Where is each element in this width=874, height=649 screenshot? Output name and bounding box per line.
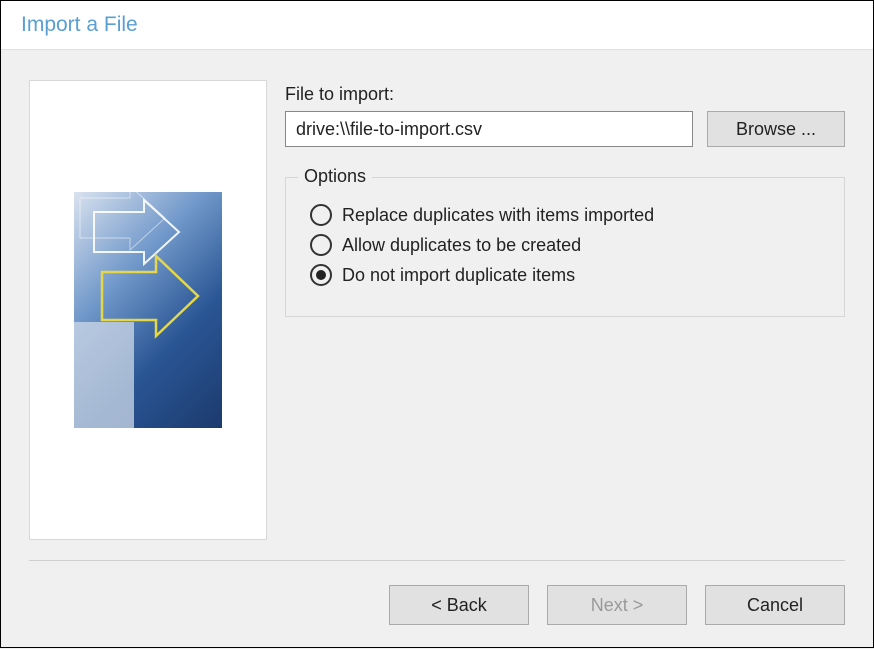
radio-replace-duplicates[interactable]: Replace duplicates with items imported bbox=[310, 204, 826, 226]
browse-button[interactable]: Browse ... bbox=[707, 111, 845, 147]
radio-label: Allow duplicates to be created bbox=[342, 235, 581, 256]
cancel-button[interactable]: Cancel bbox=[705, 585, 845, 625]
file-to-import-label: File to import: bbox=[285, 84, 845, 105]
form-panel: File to import: Browse ... Options Repla… bbox=[285, 80, 845, 540]
dialog-title: Import a File bbox=[1, 1, 873, 50]
file-input-row: Browse ... bbox=[285, 111, 845, 147]
options-group: Options Replace duplicates with items im… bbox=[285, 177, 845, 317]
wizard-illustration-panel bbox=[29, 80, 267, 540]
next-button[interactable]: Next > bbox=[547, 585, 687, 625]
radio-icon bbox=[310, 204, 332, 226]
back-button[interactable]: < Back bbox=[389, 585, 529, 625]
radio-label: Replace duplicates with items imported bbox=[342, 205, 654, 226]
dialog-content: File to import: Browse ... Options Repla… bbox=[1, 50, 873, 560]
radio-icon bbox=[310, 234, 332, 256]
radio-icon bbox=[310, 264, 332, 286]
wizard-arrow-illustration bbox=[74, 192, 222, 428]
radio-allow-duplicates[interactable]: Allow duplicates to be created bbox=[310, 234, 826, 256]
dialog-footer: < Back Next > Cancel bbox=[1, 561, 873, 649]
radio-label: Do not import duplicate items bbox=[342, 265, 575, 286]
file-path-input[interactable] bbox=[285, 111, 693, 147]
radio-do-not-import-duplicates[interactable]: Do not import duplicate items bbox=[310, 264, 826, 286]
options-legend: Options bbox=[298, 166, 372, 187]
